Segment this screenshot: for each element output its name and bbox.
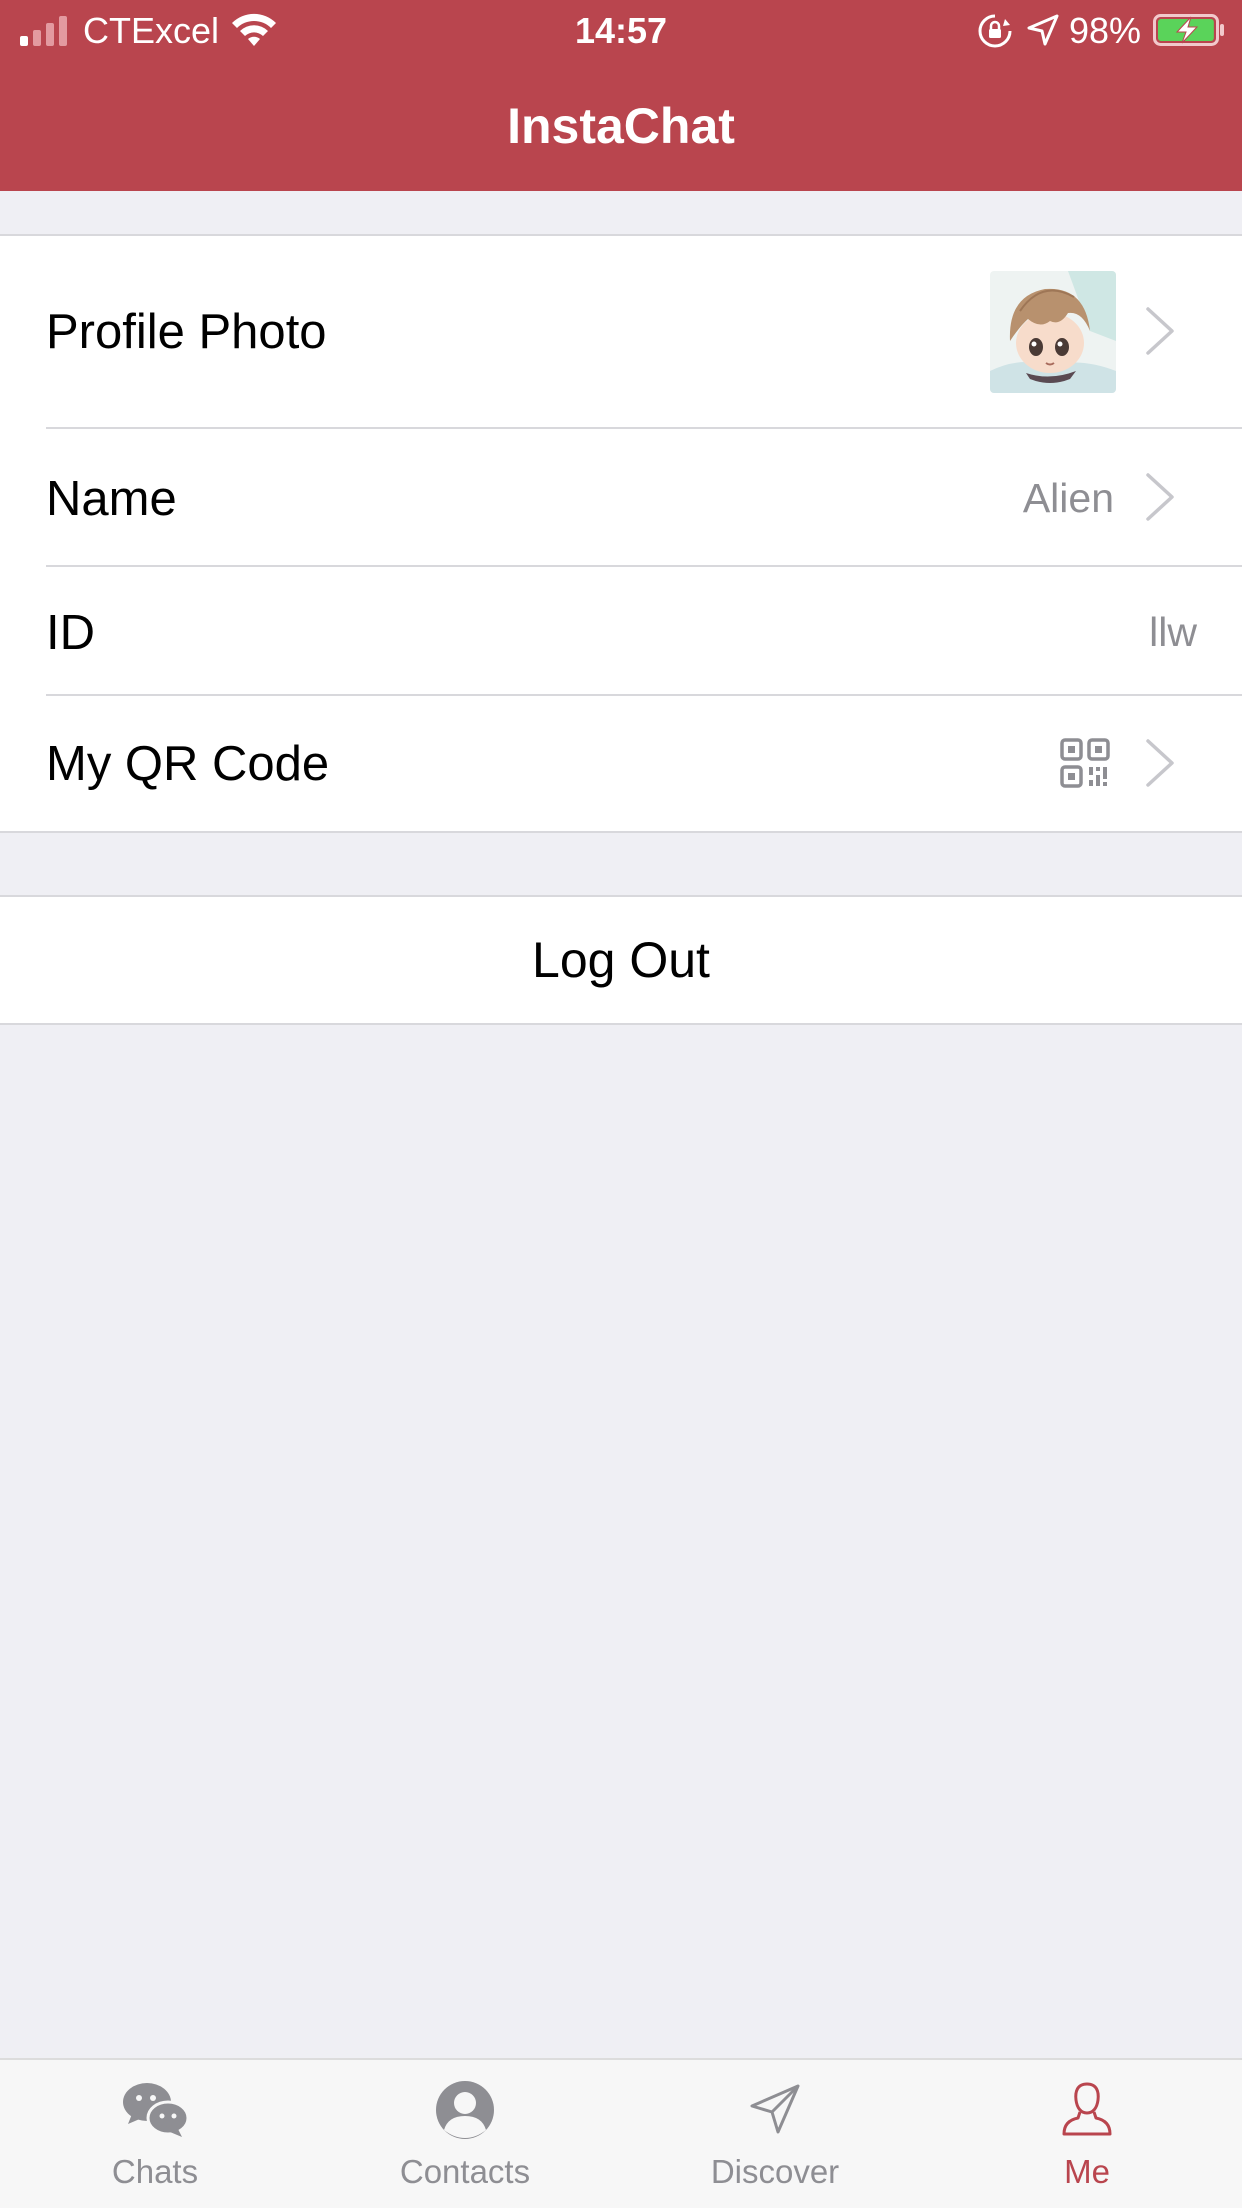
qr-code-label: My QR Code bbox=[46, 737, 330, 791]
tab-bar: Chats Contacts Discover Me bbox=[0, 2058, 1242, 2208]
name-value: Alien bbox=[1022, 475, 1114, 521]
chevron-right-icon bbox=[1146, 739, 1174, 787]
tab-label: Contacts bbox=[399, 2153, 531, 2190]
tab-me[interactable]: Me bbox=[932, 2060, 1242, 2208]
status-bar: CTExcel 14:57 98% bbox=[0, 0, 1242, 62]
tab-chats[interactable]: Chats bbox=[0, 2060, 310, 2208]
battery-percent: 98% bbox=[1069, 10, 1142, 51]
tab-discover[interactable]: Discover bbox=[620, 2060, 930, 2208]
tab-label: Discover bbox=[710, 2153, 840, 2190]
tab-label: Chats bbox=[111, 2153, 199, 2190]
name-label: Name bbox=[46, 472, 177, 526]
profile-photo-row[interactable]: Profile Photo bbox=[0, 236, 1242, 426]
page-title: InstaChat bbox=[507, 98, 735, 154]
battery-icon bbox=[1153, 14, 1224, 46]
avatar-image bbox=[990, 271, 1116, 393]
qr-code-icon bbox=[1060, 738, 1110, 788]
profile-settings-group: Profile Photo Name Alien ID llw My QR Co… bbox=[0, 234, 1242, 833]
logout-button[interactable]: Log Out bbox=[0, 897, 1242, 1023]
location-icon bbox=[1027, 14, 1059, 46]
name-row[interactable]: Name Alien bbox=[0, 429, 1242, 565]
discover-icon bbox=[750, 2084, 800, 2134]
qr-code-row[interactable]: My QR Code bbox=[0, 696, 1242, 831]
tab-label: Me bbox=[1064, 2153, 1110, 2190]
chevron-right-icon bbox=[1146, 307, 1174, 355]
logout-group: Log Out bbox=[0, 895, 1242, 1025]
id-row: ID llw bbox=[0, 567, 1242, 694]
tab-contacts[interactable]: Contacts bbox=[310, 2060, 620, 2208]
contacts-icon bbox=[436, 2081, 494, 2139]
id-label: ID bbox=[46, 606, 95, 660]
avatar bbox=[990, 271, 1116, 393]
chats-icon bbox=[123, 2083, 190, 2137]
profile-photo-label: Profile Photo bbox=[46, 305, 327, 359]
id-value: llw bbox=[1149, 609, 1197, 655]
rotation-lock-icon bbox=[978, 14, 1012, 48]
me-icon bbox=[1062, 2082, 1112, 2136]
chevron-right-icon bbox=[1146, 473, 1174, 521]
app-header: CTExcel 14:57 98% InstaChat bbox=[0, 0, 1242, 191]
